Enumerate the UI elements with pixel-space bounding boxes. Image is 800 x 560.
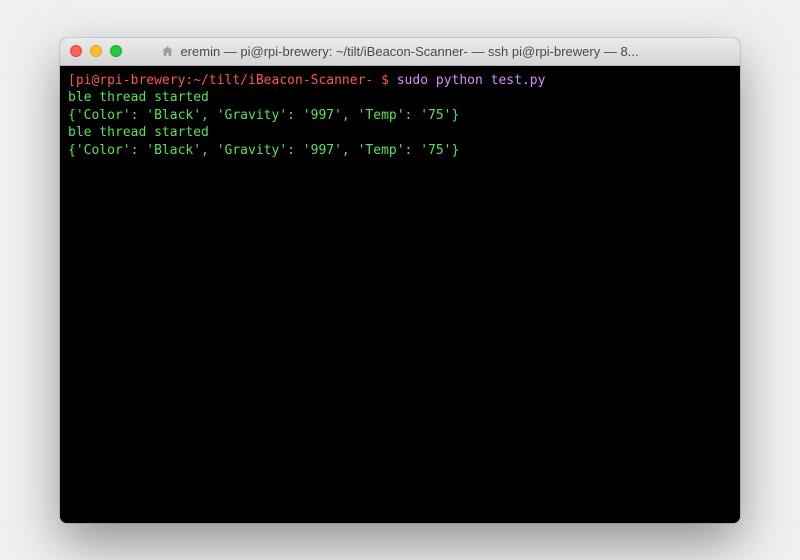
title-content: eremin — pi@rpi-brewery: ~/tilt/iBeacon-…	[60, 44, 740, 59]
output-line: ble thread started	[68, 124, 732, 142]
titlebar[interactable]: eremin — pi@rpi-brewery: ~/tilt/iBeacon-…	[60, 38, 740, 66]
home-icon	[161, 45, 174, 58]
traffic-lights	[70, 45, 122, 57]
shell-command: sudo python test.py	[397, 73, 546, 88]
zoom-button[interactable]	[110, 45, 122, 57]
window-title: eremin — pi@rpi-brewery: ~/tilt/iBeacon-…	[180, 44, 638, 59]
output-line: {'Color': 'Black', 'Gravity': '997', 'Te…	[68, 107, 732, 125]
prompt-line: [pi@rpi-brewery:~/tilt/iBeacon-Scanner- …	[68, 72, 732, 90]
terminal-body[interactable]: [pi@rpi-brewery:~/tilt/iBeacon-Scanner- …	[60, 66, 740, 523]
terminal-window: eremin — pi@rpi-brewery: ~/tilt/iBeacon-…	[60, 38, 740, 523]
close-button[interactable]	[70, 45, 82, 57]
shell-prompt: [pi@rpi-brewery:~/tilt/iBeacon-Scanner- …	[68, 73, 397, 88]
minimize-button[interactable]	[90, 45, 102, 57]
output-line: {'Color': 'Black', 'Gravity': '997', 'Te…	[68, 142, 732, 160]
output-line: ble thread started	[68, 89, 732, 107]
